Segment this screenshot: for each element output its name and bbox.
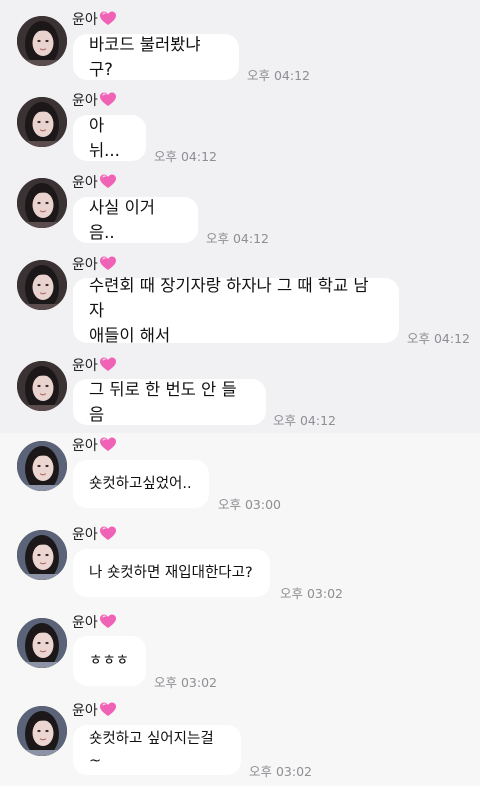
sender-name-row: 윤아: [72, 356, 116, 374]
sender-name-row: 윤아: [72, 10, 116, 28]
sender-name: 윤아: [72, 175, 98, 191]
message-bubble[interactable]: 숏컷하고싶었어..: [73, 460, 209, 508]
avatar[interactable]: [17, 260, 67, 310]
message-bubble[interactable]: 아뉘...: [73, 115, 146, 161]
message-timestamp: 오후 04:12: [407, 331, 470, 346]
pink-heart-icon: [99, 11, 116, 27]
sender-name-row: 윤아: [72, 255, 116, 273]
sender-name-row: 윤아: [72, 436, 116, 454]
message-timestamp: 오후 03:02: [249, 764, 312, 779]
pink-heart-icon: [99, 174, 116, 190]
pink-heart-icon: [99, 357, 116, 373]
message-bubble[interactable]: 사실 이거 음..: [73, 197, 198, 243]
sender-name-row: 윤아: [72, 91, 116, 109]
sender-name-row: 윤아: [72, 525, 116, 543]
sender-name-row: 윤아: [72, 613, 116, 631]
sender-name: 윤아: [72, 358, 98, 374]
pink-heart-icon: [99, 614, 116, 630]
avatar[interactable]: [17, 530, 67, 580]
pink-heart-icon: [99, 526, 116, 542]
sender-name: 윤아: [72, 615, 98, 631]
message-bubble[interactable]: 수련회 때 장기자랑 하자나 그 때 학교 남자 애들이 해서: [73, 276, 399, 345]
avatar[interactable]: [17, 16, 67, 66]
message-bubble[interactable]: ㅎㅎㅎ: [73, 636, 146, 686]
message-timestamp: 오후 04:12: [154, 149, 217, 164]
message-bubble[interactable]: 나 숏컷하면 재입대한다고?: [73, 549, 270, 597]
message-timestamp: 오후 04:12: [273, 413, 336, 428]
avatar[interactable]: [17, 361, 67, 411]
sender-name-row: 윤아: [72, 173, 116, 191]
sender-name: 윤아: [72, 257, 98, 273]
pink-heart-icon: [99, 92, 116, 108]
sender-name: 윤아: [72, 93, 98, 109]
sender-name: 윤아: [72, 703, 98, 719]
avatar[interactable]: [17, 178, 67, 228]
avatar[interactable]: [17, 706, 67, 756]
pink-heart-icon: [99, 256, 116, 272]
sender-name-row: 윤아: [72, 701, 116, 719]
avatar[interactable]: [17, 97, 67, 147]
message-timestamp: 오후 03:02: [154, 675, 217, 690]
message-bubble[interactable]: 숏컷하고 싶어지는걸~: [73, 725, 241, 775]
message-timestamp: 오후 03:00: [218, 497, 281, 512]
avatar[interactable]: [17, 441, 67, 491]
sender-name: 윤아: [72, 12, 98, 28]
message-bubble[interactable]: 바코드 불러봤냐구?: [73, 34, 239, 80]
sender-name: 윤아: [72, 527, 98, 543]
sender-name: 윤아: [72, 438, 98, 454]
message-bubble[interactable]: 그 뒤로 한 번도 안 들음: [73, 379, 266, 425]
avatar[interactable]: [17, 618, 67, 668]
message-timestamp: 오후 04:12: [247, 68, 310, 83]
message-timestamp: 오후 04:12: [206, 231, 269, 246]
pink-heart-icon: [99, 702, 116, 718]
message-timestamp: 오후 03:02: [280, 586, 343, 601]
pink-heart-icon: [99, 437, 116, 453]
